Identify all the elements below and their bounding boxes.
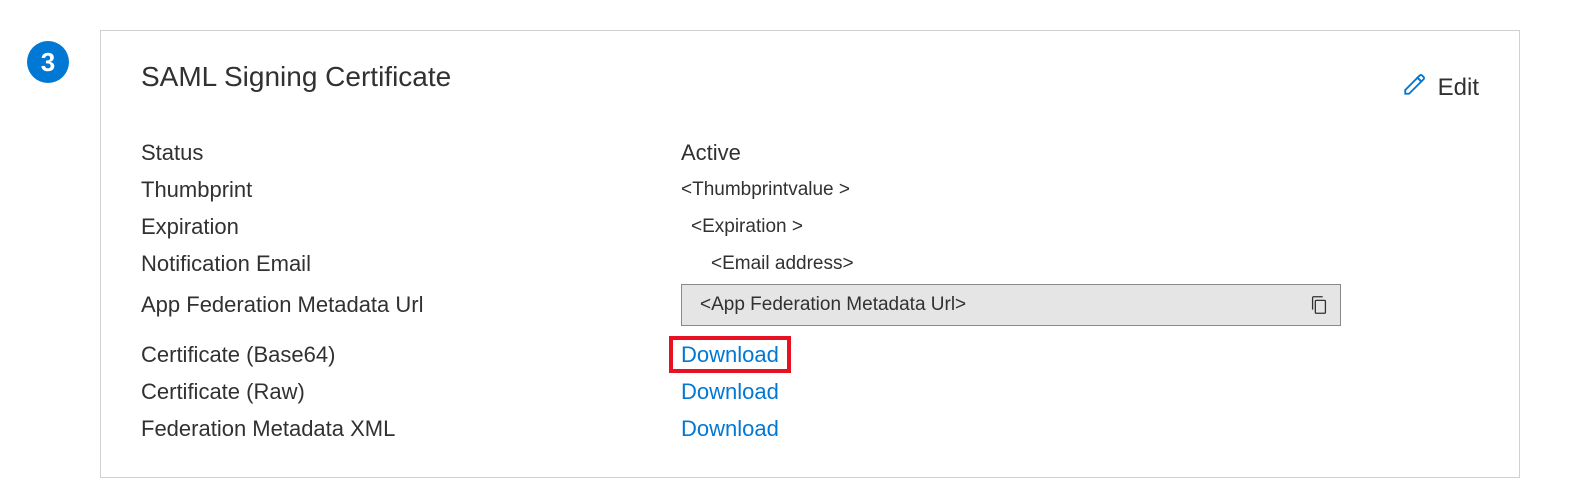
saml-certificate-card: SAML Signing Certificate Edit Status Act… <box>100 30 1520 478</box>
card-title: SAML Signing Certificate <box>141 61 451 93</box>
thumbprint-row: Thumbprint <Thumbprintvalue > <box>141 171 1479 208</box>
thumbprint-label: Thumbprint <box>141 177 681 203</box>
metadata-url-label: App Federation Metadata Url <box>141 292 681 318</box>
metadata-url-row: App Federation Metadata Url <App Federat… <box>141 282 1479 328</box>
fed-xml-row: Federation Metadata XML Download <box>141 410 1479 447</box>
status-row: Status Active <box>141 134 1479 171</box>
card-header: SAML Signing Certificate Edit <box>141 51 1479 104</box>
expiration-row: Expiration <Expiration > <box>141 208 1479 245</box>
step-number-badge: 3 <box>27 41 69 83</box>
fields-list: Status Active Thumbprint <Thumbprintvalu… <box>141 134 1479 447</box>
edit-label: Edit <box>1438 74 1479 102</box>
copy-icon[interactable] <box>1308 294 1330 316</box>
metadata-url-field[interactable]: <App Federation Metadata Url> <box>681 284 1341 326</box>
cert-base64-row: Certificate (Base64) Download <box>141 336 1479 373</box>
cert-base64-label: Certificate (Base64) <box>141 342 681 368</box>
edit-button[interactable]: Edit <box>1402 71 1479 104</box>
fed-xml-label: Federation Metadata XML <box>141 416 681 442</box>
thumbprint-value: <Thumbprintvalue > <box>681 179 850 201</box>
download-fed-xml-link[interactable]: Download <box>681 416 779 442</box>
expiration-label: Expiration <box>141 214 681 240</box>
status-value: Active <box>681 140 741 166</box>
notification-email-value: <Email address> <box>681 253 854 275</box>
notification-email-row: Notification Email <Email address> <box>141 245 1479 282</box>
pencil-icon <box>1402 71 1428 104</box>
status-label: Status <box>141 140 681 166</box>
metadata-url-value: <App Federation Metadata Url> <box>700 294 1308 316</box>
expiration-value: <Expiration > <box>681 216 803 238</box>
download-cert-raw-link[interactable]: Download <box>681 379 779 405</box>
download-cert-base64-link[interactable]: Download <box>669 336 791 373</box>
notification-email-label: Notification Email <box>141 251 681 277</box>
cert-raw-label: Certificate (Raw) <box>141 379 681 405</box>
cert-raw-row: Certificate (Raw) Download <box>141 373 1479 410</box>
